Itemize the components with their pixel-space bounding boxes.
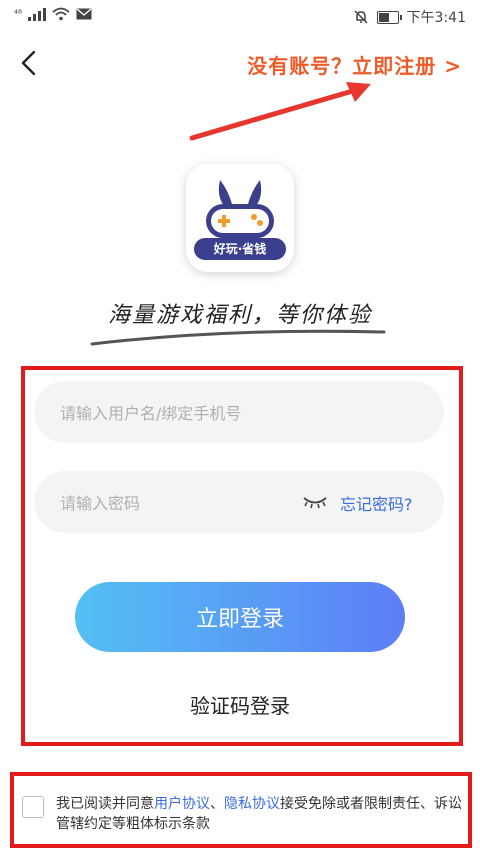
back-button[interactable]	[12, 44, 48, 84]
login-button[interactable]: 立即登录	[75, 582, 405, 652]
agreement-prefix: 我已阅读并同意	[56, 796, 154, 812]
agreement-text: 我已阅读并同意用户协议、隐私协议接受免除或者限制责任、诉讼管辖约定等粗体标示条款	[56, 794, 462, 834]
code-login-link[interactable]: 验证码登录	[0, 690, 480, 719]
app-logo: 好玩·省钱	[186, 164, 294, 272]
username-input[interactable]	[58, 381, 312, 445]
chevron-left-icon	[21, 50, 36, 76]
annotation-arrow-icon	[189, 82, 371, 141]
password-input[interactable]	[58, 471, 312, 535]
password-field[interactable]: 忘记密码?	[34, 471, 444, 535]
mute-icon	[354, 10, 368, 24]
user-agreement-link[interactable]: 用户协议	[154, 796, 210, 812]
status-right: 下午3:41	[353, 7, 466, 27]
network-type-label: ⁴⁶	[14, 8, 23, 20]
signal-icon	[28, 7, 47, 21]
register-link[interactable]: 没有账号？立即注册 >	[247, 50, 462, 79]
status-left: ⁴⁶	[14, 7, 92, 21]
status-time: 下午3:41	[406, 10, 466, 26]
wifi-icon	[52, 7, 70, 21]
brush-stroke-icon	[90, 329, 386, 346]
agreement-checkbox[interactable]	[22, 796, 44, 818]
agreement-separator: 、	[210, 796, 224, 812]
eye-closed-icon[interactable]	[302, 493, 328, 511]
username-field[interactable]	[34, 381, 444, 445]
privacy-agreement-link[interactable]: 隐私协议	[224, 796, 280, 812]
status-bar: ⁴⁶ 下午3:41	[0, 0, 480, 32]
mail-icon	[76, 8, 92, 20]
battery-icon	[376, 10, 402, 24]
forgot-password-link[interactable]: 忘记密码?	[340, 491, 413, 515]
logo-badge: 好玩·省钱	[194, 238, 286, 260]
agreement-highlight: 我已阅读并同意用户协议、隐私协议接受免除或者限制责任、诉讼管辖约定等粗体标示条款	[10, 772, 472, 848]
